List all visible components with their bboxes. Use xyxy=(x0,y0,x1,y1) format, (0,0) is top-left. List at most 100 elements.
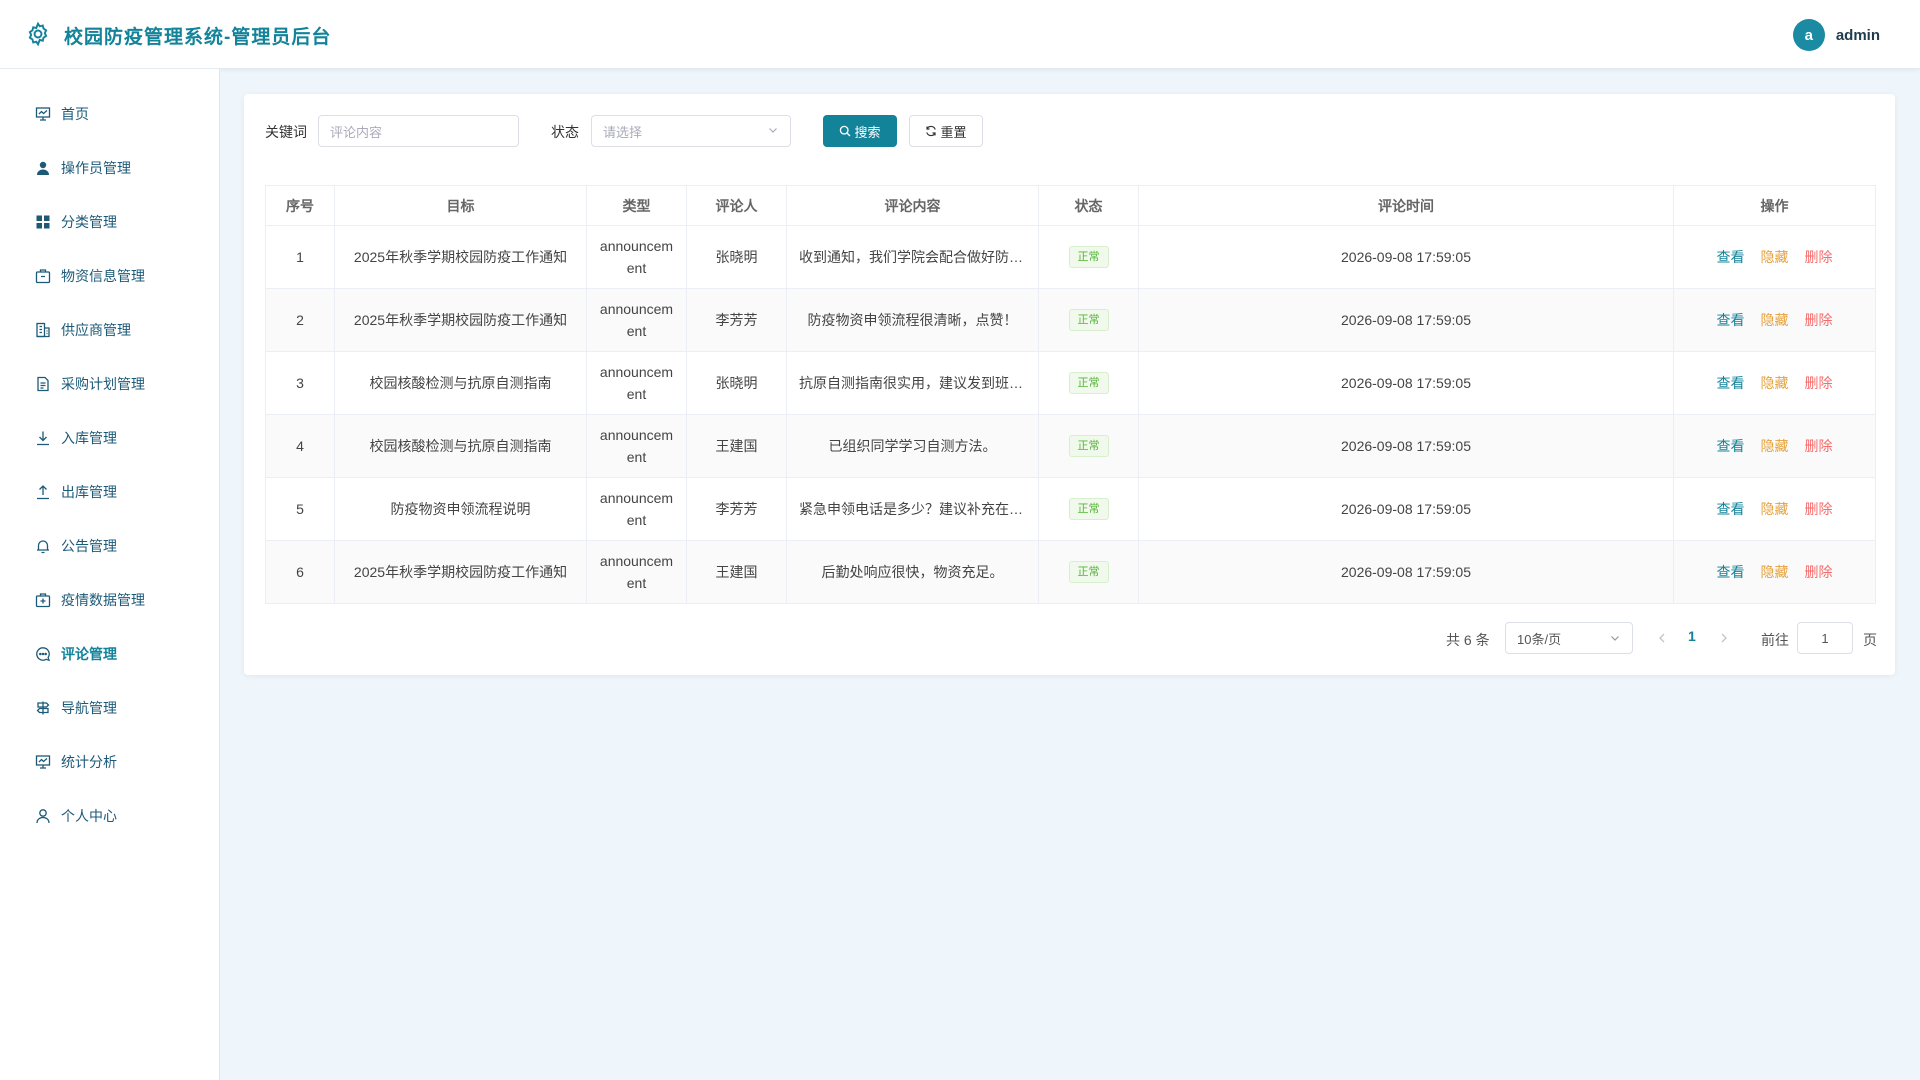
sidebar-item-label: 采购计划管理 xyxy=(61,376,145,392)
hide-button[interactable]: 隐藏 xyxy=(1761,499,1789,519)
cell-actions: 查看 隐藏 删除 xyxy=(1673,540,1876,604)
cell-author: 张晓明 xyxy=(686,225,787,289)
medical-box-icon xyxy=(35,593,51,608)
view-button[interactable]: 查看 xyxy=(1717,436,1745,456)
sidebar-item-outbound[interactable]: 出库管理 xyxy=(0,472,219,512)
chevron-down-icon xyxy=(769,128,777,133)
sidebar-item-suppliers[interactable]: 供应商管理 xyxy=(0,310,219,350)
goto-page-input[interactable]: 1 xyxy=(1797,622,1853,654)
cell-target: 校园核酸检测与抗原自测指南 xyxy=(334,414,587,478)
cell-no: 1 xyxy=(265,225,335,289)
reset-button[interactable]: 重置 xyxy=(909,115,983,147)
status-badge: 正常 xyxy=(1068,435,1109,457)
search-button-label: 搜索 xyxy=(854,124,881,140)
cell-type: announcem ent xyxy=(586,540,687,604)
column-header: 评论时间 xyxy=(1138,185,1674,226)
cell-status: 正常 xyxy=(1038,288,1139,352)
sidebar-item-comments[interactable]: 评论管理 xyxy=(0,634,219,674)
keyword-label: 关键词 xyxy=(265,124,307,140)
box-icon xyxy=(35,269,51,284)
table-row: 1 2025年秋季学期校园防疫工作通知 announcem ent 张晓明 收到通… xyxy=(265,225,1876,289)
sidebar-item-label: 分类管理 xyxy=(61,214,117,230)
user-menu[interactable]: a admin xyxy=(1792,19,1880,51)
delete-button[interactable]: 删除 xyxy=(1805,247,1833,267)
search-button[interactable]: 搜索 xyxy=(823,115,897,147)
cell-author: 李芳芳 xyxy=(686,477,787,541)
next-page-icon[interactable] xyxy=(1716,628,1732,648)
cell-actions: 查看 隐藏 删除 xyxy=(1673,225,1876,289)
cell-author: 王建国 xyxy=(686,540,787,604)
sidebar-item-announcements[interactable]: 公告管理 xyxy=(0,526,219,566)
username[interactable]: admin xyxy=(1836,27,1880,44)
view-button[interactable]: 查看 xyxy=(1717,499,1745,519)
table-header: 序号 目标 类型 评论人 评论内容 状态 评论时间 操作 xyxy=(265,185,1876,226)
hide-button[interactable]: 隐藏 xyxy=(1761,436,1789,456)
sidebar-item-profile[interactable]: 个人中心 xyxy=(0,796,219,836)
sidebar-item-label: 首页 xyxy=(61,106,89,122)
cell-type: announcem ent xyxy=(586,288,687,352)
view-button[interactable]: 查看 xyxy=(1717,373,1745,393)
view-button[interactable]: 查看 xyxy=(1717,310,1745,330)
sidebar-item-operators[interactable]: 操作员管理 xyxy=(0,148,219,188)
sidebar-item-epidemic-data[interactable]: 疫情数据管理 xyxy=(0,580,219,620)
status-placeholder: 请选择 xyxy=(603,124,643,140)
cell-type: announcem ent xyxy=(586,351,687,415)
cell-no: 5 xyxy=(265,477,335,541)
status-badge: 正常 xyxy=(1068,372,1109,394)
cell-time: 2026-09-08 17:59:05 xyxy=(1138,225,1674,289)
page-number-current[interactable]: 1 xyxy=(1688,628,1696,644)
delete-button[interactable]: 删除 xyxy=(1805,310,1833,330)
grid-icon xyxy=(36,215,50,229)
cell-author: 张晓明 xyxy=(686,351,787,415)
sidebar-item-categories[interactable]: 分类管理 xyxy=(0,202,219,242)
prev-page-icon[interactable] xyxy=(1654,628,1670,648)
cell-content: 防疫物资申领流程很清晰，点赞！ xyxy=(786,288,1039,352)
delete-button[interactable]: 删除 xyxy=(1805,499,1833,519)
cell-time: 2026-09-08 17:59:05 xyxy=(1138,351,1674,415)
sidebar-item-statistics[interactable]: 统计分析 xyxy=(0,742,219,782)
sidebar-item-supplies[interactable]: 物资信息管理 xyxy=(0,256,219,296)
view-button[interactable]: 查看 xyxy=(1717,247,1745,267)
cell-type: announcem ent xyxy=(586,414,687,478)
column-header: 评论内容 xyxy=(786,185,1039,226)
sidebar-item-label: 供应商管理 xyxy=(61,322,131,338)
sidebar-item-purchase-plans[interactable]: 采购计划管理 xyxy=(0,364,219,404)
chart-board-icon xyxy=(35,755,51,769)
column-header: 序号 xyxy=(265,185,335,226)
page-size-select[interactable]: 10条/页 xyxy=(1505,622,1633,654)
page-size-value: 10条/页 xyxy=(1517,631,1562,647)
hide-button[interactable]: 隐藏 xyxy=(1761,373,1789,393)
search-icon xyxy=(840,125,851,137)
cell-time: 2026-09-08 17:59:05 xyxy=(1138,540,1674,604)
status-select[interactable]: 请选择 xyxy=(591,115,791,147)
delete-button[interactable]: 删除 xyxy=(1805,562,1833,582)
cell-no: 6 xyxy=(265,540,335,604)
sidebar-item-label: 个人中心 xyxy=(61,808,117,824)
delete-button[interactable]: 删除 xyxy=(1805,436,1833,456)
user-icon xyxy=(37,161,49,175)
cell-no: 2 xyxy=(265,288,335,352)
cell-content: 紧急申领电话是多少？建议补充在说明中 xyxy=(786,477,1039,541)
sidebar-item-home[interactable]: 首页 xyxy=(0,94,219,134)
table-row: 4 校园核酸检测与抗原自测指南 announcem ent 王建国 已组织同学学习… xyxy=(265,414,1876,478)
guide-icon xyxy=(36,701,50,715)
hide-button[interactable]: 隐藏 xyxy=(1761,310,1789,330)
cell-target: 防疫物资申领流程说明 xyxy=(334,477,587,541)
sidebar-item-label: 导航管理 xyxy=(61,700,117,716)
sidebar-item-inbound[interactable]: 入库管理 xyxy=(0,418,219,458)
sidebar-item-navigation[interactable]: 导航管理 xyxy=(0,688,219,728)
cell-target: 2025年秋季学期校园防疫工作通知 xyxy=(334,540,587,604)
sidebar-item-label: 评论管理 xyxy=(61,646,117,662)
sidebar-item-label: 出库管理 xyxy=(61,484,117,500)
keyword-input[interactable]: 评论内容 xyxy=(318,115,519,147)
delete-button[interactable]: 删除 xyxy=(1805,373,1833,393)
cell-actions: 查看 隐藏 删除 xyxy=(1673,351,1876,415)
hide-button[interactable]: 隐藏 xyxy=(1761,562,1789,582)
building-icon xyxy=(36,322,50,338)
table-row: 6 2025年秋季学期校园防疫工作通知 announcem ent 王建国 后勤处… xyxy=(265,540,1876,604)
hide-button[interactable]: 隐藏 xyxy=(1761,247,1789,267)
view-button[interactable]: 查看 xyxy=(1717,562,1745,582)
cell-type: announcem ent xyxy=(586,225,687,289)
cell-actions: 查看 隐藏 删除 xyxy=(1673,477,1876,541)
avatar[interactable]: a xyxy=(1792,19,1825,51)
